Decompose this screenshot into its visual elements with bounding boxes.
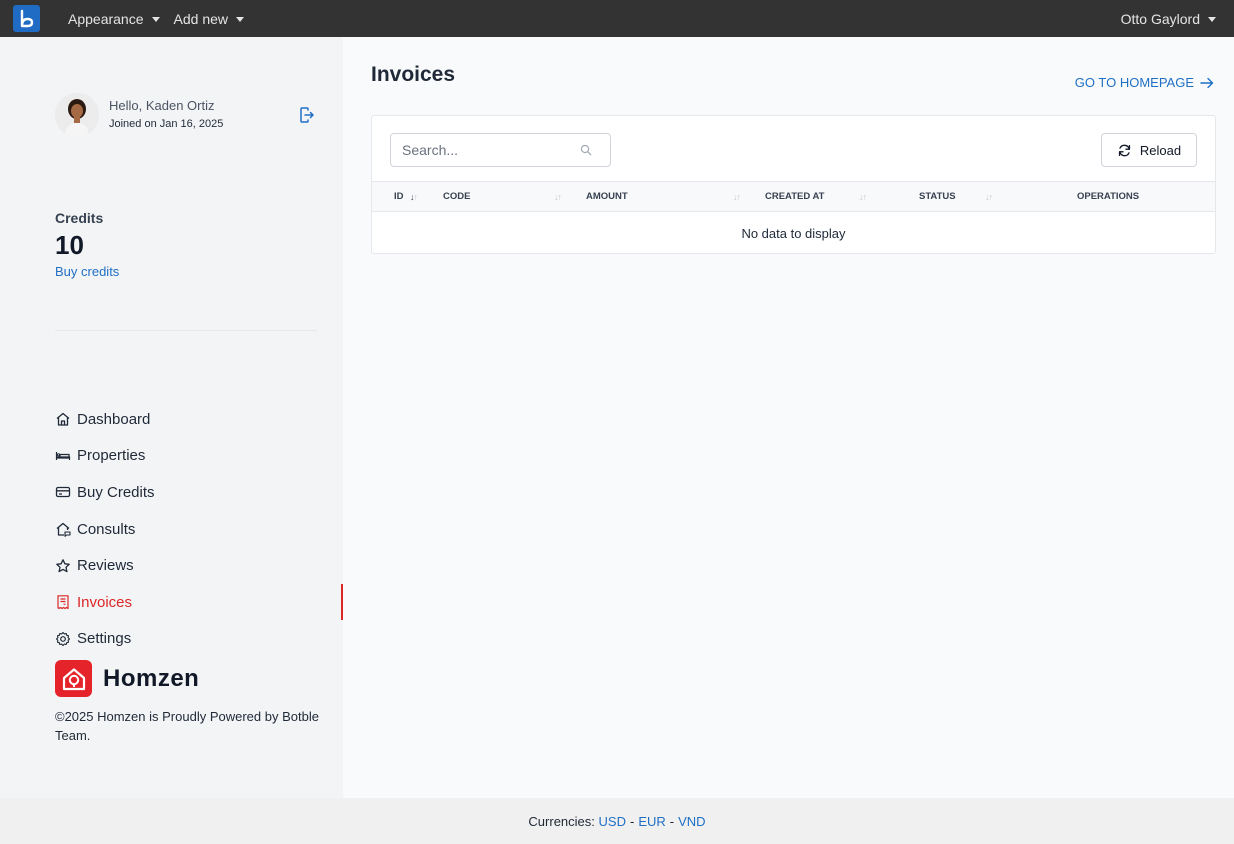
page-title: Invoices: [371, 63, 456, 86]
column-header-created-at[interactable]: CREATED AT: [765, 182, 824, 211]
homzen-logo-icon: [55, 660, 92, 697]
sidebar-divider: [55, 330, 317, 331]
reload-button[interactable]: Reload: [1101, 133, 1197, 167]
add-new-menu[interactable]: Add new: [174, 11, 244, 27]
column-header-code[interactable]: CODE: [443, 182, 470, 211]
sidebar-item-buy-credits[interactable]: Buy Credits: [55, 474, 343, 511]
house-message-icon: [56, 522, 71, 537]
currency-usd-link[interactable]: USD: [599, 814, 626, 829]
bed-icon: [55, 451, 71, 460]
invoices-table-card: Reload ID ↓↑ CODE ↓↑ AMOUNT ↓↑ CREATED A…: [371, 115, 1216, 254]
sort-icon: ↓ ↑: [985, 191, 993, 202]
add-new-menu-label: Add new: [173, 10, 228, 27]
credits-panel: Credits 10 Buy credits: [55, 210, 119, 279]
gear-icon: [55, 631, 71, 646]
footer: Currencies: USD - EUR - VND: [0, 798, 1234, 844]
user-name: Otto Gaylord: [1120, 10, 1200, 27]
currencies-label: Currencies:: [528, 813, 595, 829]
sidebar: Hello, Kaden Ortiz Joined on Jan 16, 202…: [0, 37, 343, 798]
caret-down-icon: [1208, 17, 1216, 22]
brand-logo[interactable]: Homzen: [55, 660, 199, 697]
joined-date: Joined on Jan 16, 2025: [109, 118, 224, 130]
empty-table-message: No data to display: [741, 225, 846, 241]
sort-icon: ↓ ↑: [859, 191, 867, 202]
appearance-menu[interactable]: Appearance: [68, 11, 160, 27]
currency-eur-link[interactable]: EUR: [638, 814, 665, 829]
sidebar-item-label: Buy Credits: [77, 483, 155, 501]
sidebar-item-label: Consults: [77, 520, 136, 538]
sort-icon: ↓ ↑: [733, 191, 741, 202]
sidebar-item-label: Dashboard: [77, 410, 151, 428]
sidebar-item-settings[interactable]: Settings: [55, 621, 343, 658]
buy-credits-link[interactable]: Buy credits: [55, 264, 119, 279]
sidebar-item-label: Properties: [77, 447, 146, 465]
brand-name: Homzen: [103, 664, 200, 692]
go-to-homepage-link[interactable]: GO TO HOMEPAGE: [1075, 75, 1214, 90]
sort-desc-icon: ↓ ↑: [410, 191, 418, 202]
column-header-id[interactable]: ID: [394, 182, 404, 211]
sidebar-item-reviews[interactable]: Reviews: [55, 547, 343, 584]
column-header-operations: OPERATIONS: [1077, 191, 1140, 202]
house-logo-icon: [62, 667, 85, 690]
logo-letter-icon: [20, 9, 33, 27]
sidebar-item-label: Reviews: [77, 557, 134, 575]
appearance-menu-label: Appearance: [68, 10, 144, 27]
invoice-icon: [57, 595, 69, 610]
search-icon: [580, 144, 592, 156]
reload-label: Reload: [1139, 142, 1182, 158]
credit-card-icon: [55, 487, 71, 498]
go-to-homepage-label: GO TO HOMEPAGE: [1074, 75, 1194, 90]
sidebar-item-invoices[interactable]: Invoices: [55, 583, 343, 621]
sidebar-item-label: Settings: [77, 630, 132, 648]
admin-bar: Appearance Add new Otto Gaylord: [0, 0, 1234, 37]
column-header-amount[interactable]: AMOUNT: [586, 182, 628, 211]
caret-down-icon: [151, 17, 160, 22]
sidebar-nav: Dashboard Properties Buy Credits Consult…: [55, 401, 343, 657]
arrow-right-icon: [1200, 77, 1214, 88]
credits-value: 10: [55, 230, 84, 260]
profile-text: Hello, Kaden Ortiz Joined on Jan 16, 202…: [109, 97, 223, 133]
greeting: Hello, Kaden Ortiz: [109, 98, 215, 113]
admin-menu: Appearance Add new: [68, 11, 244, 27]
logout-button[interactable]: [297, 105, 317, 125]
search-input[interactable]: [391, 134, 610, 166]
profile-card: Hello, Kaden Ortiz Joined on Jan 16, 202…: [55, 93, 317, 137]
star-icon: [56, 558, 70, 572]
refresh-icon: [1118, 144, 1131, 156]
search-box: [390, 133, 611, 167]
caret-down-icon: [236, 17, 244, 22]
sidebar-item-properties[interactable]: Properties: [55, 438, 343, 475]
currency-separator: -: [669, 813, 675, 829]
main-content: Invoices GO TO HOMEPAGE Reload ID ↓↑ COD…: [343, 37, 1234, 798]
sidebar-item-dashboard[interactable]: Dashboard: [55, 401, 343, 438]
sidebar-item-consults[interactable]: Consults: [55, 511, 343, 548]
user-menu[interactable]: Otto Gaylord: [1121, 11, 1216, 27]
avatar[interactable]: [55, 93, 99, 137]
avatar-image-icon: [55, 93, 99, 137]
sort-icon: ↓ ↑: [554, 191, 562, 202]
table-header: ID ↓ ↑ CODE ↓ ↑ AMOUNT ↓ ↑ CREATED AT ↓ ↑ ST…: [372, 181, 1215, 212]
column-header-status[interactable]: STATUS: [919, 182, 956, 211]
logout-icon: [300, 107, 314, 123]
currency-separator: -: [629, 813, 635, 829]
currency-vnd-link[interactable]: VND: [678, 814, 705, 829]
botble-logo-icon[interactable]: [13, 5, 40, 32]
copyright-text: ©2025 Homzen is Proudly Powered by Botbl…: [55, 709, 319, 743]
home-icon: [56, 413, 70, 426]
credits-label: Credits: [55, 210, 104, 226]
sidebar-item-label: Invoices: [77, 593, 133, 611]
